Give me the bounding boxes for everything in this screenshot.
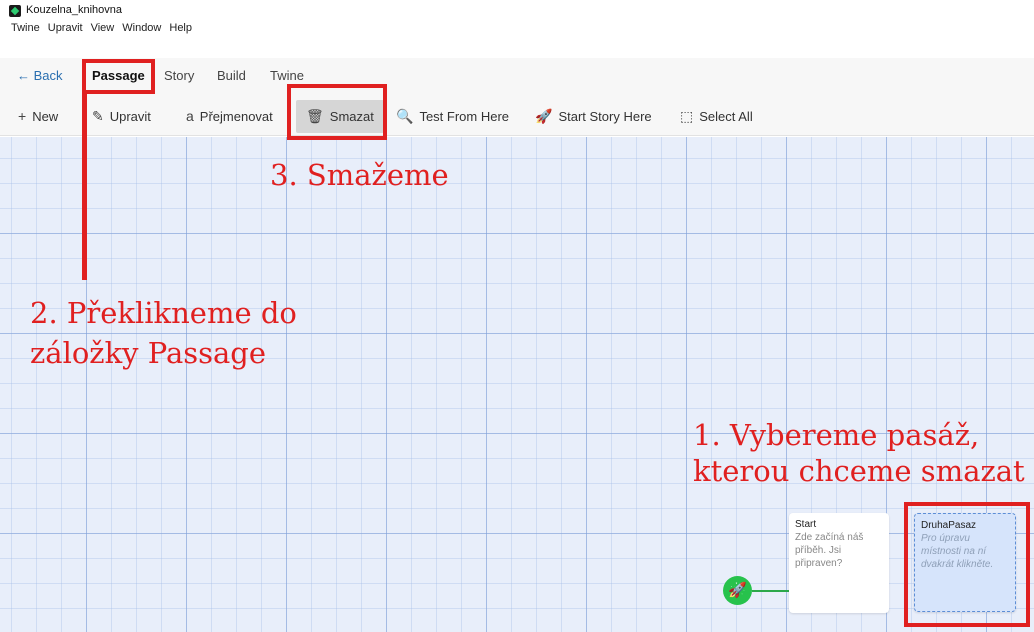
test-label: Test From Here — [419, 109, 510, 124]
annotation-step2-line1: 2. Překlikneme do — [30, 296, 297, 330]
passage-title: Start — [795, 519, 817, 530]
highlight-selected-passage — [904, 502, 1030, 627]
menu-twine[interactable]: Twine — [11, 22, 40, 34]
edit-label: Upravit — [109, 109, 151, 124]
test-from-here-button[interactable]: 🔍 Test From Here — [396, 108, 509, 125]
rename-label: Přejmenovat — [199, 108, 273, 124]
annotation-step1-line1: 1. Vybereme pasáž, — [693, 418, 980, 452]
new-button[interactable]: + New — [18, 108, 58, 124]
annotation-step3: 3. Smažeme — [270, 158, 449, 192]
start-label: Start Story Here — [558, 109, 652, 124]
start-rocket-icon: 🚀 — [723, 576, 752, 605]
tab-bar: ← Back Passage Story Build Twine — [0, 58, 1034, 96]
highlight-delete-button — [287, 84, 387, 140]
menu-help[interactable]: Help — [169, 22, 192, 34]
rename-button[interactable]: a Přejmenovat — [186, 108, 273, 124]
annotation-step1-line2: kterou chceme smazat — [693, 454, 1025, 488]
rename-icon: a — [186, 108, 194, 124]
window-title: Kouzelna_knihovna — [26, 4, 123, 16]
start-connector-line — [752, 590, 790, 592]
passage-excerpt: Zde začíná náš příběh. Jsi připraven? — [795, 532, 864, 569]
highlight-passage-tab — [82, 59, 155, 94]
plus-icon: + — [18, 108, 27, 124]
tab-build[interactable]: Build — [217, 68, 246, 83]
menu-window[interactable]: Window — [122, 22, 161, 34]
tab-story[interactable]: Story — [164, 68, 194, 83]
title-bar: Kouzelna_knihovna Twine Upravit View Win… — [0, 0, 1034, 36]
menu-bar: Twine Upravit View Window Help — [11, 22, 192, 34]
magnifier-icon: 🔍 — [396, 108, 414, 124]
start-story-here-button[interactable]: 🚀 Start Story Here — [535, 108, 652, 125]
annotation-step2-line2: záložky Passage — [30, 336, 267, 370]
menu-view[interactable]: View — [91, 22, 115, 34]
edit-button[interactable]: ✎ Upravit — [92, 108, 151, 125]
app-logo-icon — [9, 5, 21, 17]
new-label: New — [32, 108, 59, 124]
passage-card-start[interactable]: Start Zde začíná náš příběh. Jsi připrav… — [789, 513, 889, 613]
tab-twine[interactable]: Twine — [270, 68, 304, 83]
back-button[interactable]: ← Back — [17, 68, 63, 83]
rocket-icon: 🚀 — [535, 108, 553, 124]
select-all-icon: ⬚ — [680, 108, 694, 124]
select-all-button[interactable]: ⬚ Select All — [680, 108, 753, 125]
select-all-label: Select All — [699, 109, 753, 124]
pencil-icon: ✎ — [92, 108, 104, 124]
passage-toolbar: + New ✎ Upravit a Přejmenovat 🗑 Smazat 🔍… — [0, 96, 1034, 136]
pointer-line — [82, 92, 87, 280]
menu-upravit[interactable]: Upravit — [48, 22, 83, 34]
